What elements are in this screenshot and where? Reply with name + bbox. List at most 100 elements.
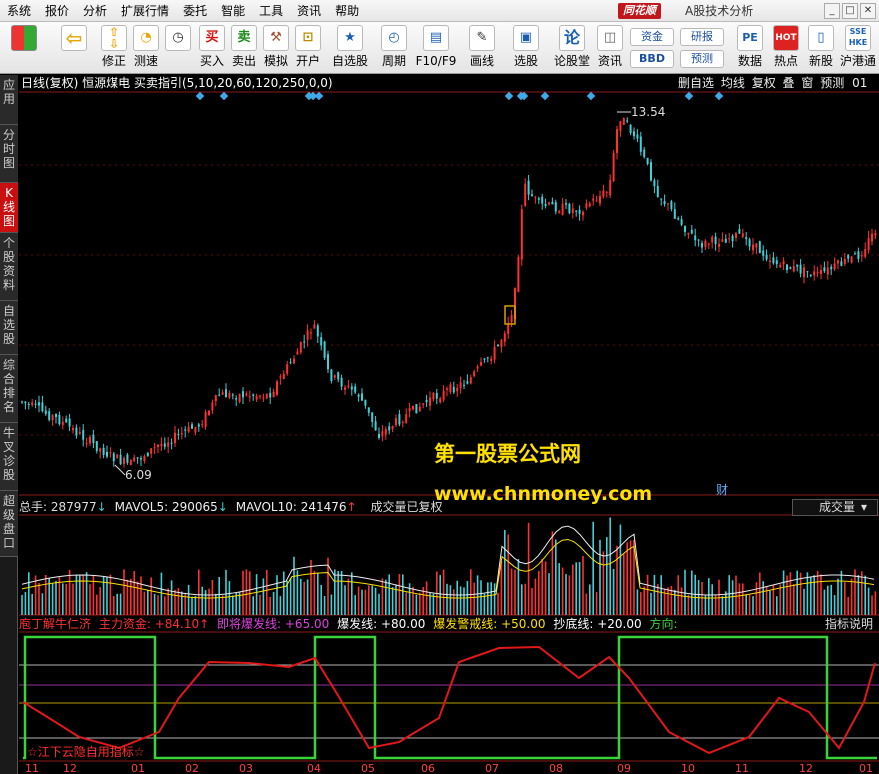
candle-body: [633, 131, 635, 137]
research-button[interactable]: 研报: [680, 28, 724, 46]
candle-body: [520, 209, 523, 260]
select-stock-button[interactable]: ▣ 选股: [510, 25, 542, 72]
kline-chart[interactable]: 11 12 01 02 03 04 05 06 07 08 09 10 11 12 01: [19, 75, 879, 774]
candle-body: [204, 411, 207, 427]
candle-body: [38, 402, 40, 406]
bbd-button[interactable]: BBD: [630, 50, 674, 68]
candle-body: [422, 403, 425, 405]
tab-forecast[interactable]: 预测: [820, 76, 844, 90]
indicator-help-button[interactable]: 指标说明: [825, 617, 873, 632]
forecast-button[interactable]: 预测: [680, 50, 724, 68]
candle-body: [99, 448, 102, 452]
menu-extended-market[interactable]: 扩展行情: [114, 0, 176, 22]
lock-icon: ⊡: [295, 25, 321, 51]
candle-body: [500, 340, 503, 348]
candle-body: [452, 386, 455, 393]
tab-application[interactable]: 应用: [0, 75, 18, 125]
candle-body: [174, 432, 176, 444]
candle-body: [102, 447, 105, 455]
candle-body: [748, 239, 751, 247]
candle-body: [765, 254, 768, 260]
windows-button[interactable]: [8, 25, 40, 72]
watchlist-label: 自选股: [331, 54, 368, 68]
ipo-icon: ▯: [808, 25, 834, 51]
candle-body: [752, 244, 754, 251]
candle-body: [24, 401, 27, 404]
tab-order-book[interactable]: 超级盘口: [0, 491, 18, 557]
volume-mavol5: MAVOL5: 290065: [114, 500, 218, 514]
candle-body: [568, 203, 571, 214]
draw-line-button[interactable]: ✎ 画线: [466, 25, 498, 72]
menu-system[interactable]: 系统: [0, 0, 38, 22]
candle-body: [660, 198, 663, 200]
f10-button[interactable]: ▤ F10/F9: [416, 25, 456, 72]
back-button[interactable]: ⇦: [58, 25, 90, 72]
data-button[interactable]: PE 数据: [734, 25, 766, 72]
hot-button[interactable]: HOT 热点: [770, 25, 802, 72]
candle-body: [432, 392, 435, 400]
menu-smart[interactable]: 智能: [214, 0, 252, 22]
fund-button[interactable]: 资金: [630, 28, 674, 46]
menu-analysis[interactable]: 分析: [76, 0, 114, 22]
maximize-icon[interactable]: □: [842, 3, 858, 19]
sse-hke-button[interactable]: SSE HKE 沪港通: [840, 25, 876, 72]
candle-body: [830, 266, 833, 270]
candle-body: [75, 427, 78, 436]
select-stock-icon: ▣: [513, 25, 539, 51]
candle-body: [653, 180, 656, 187]
tab-remove-watchlist[interactable]: 删自选: [678, 76, 714, 90]
volume-dropdown[interactable]: 成交量 ▾: [792, 499, 878, 516]
forum-icon: 论: [559, 25, 585, 51]
x-axis-tick-label: 08: [549, 762, 563, 774]
tab-stock-profile[interactable]: 个股资料: [0, 233, 18, 301]
candle-body: [860, 255, 863, 257]
tab-ma[interactable]: 均线: [721, 76, 745, 90]
candle-body: [480, 362, 482, 366]
candle-body: [541, 196, 544, 204]
candle-body: [245, 393, 248, 396]
info-label: 资讯: [597, 54, 622, 68]
candle-body: [272, 391, 275, 398]
candle-body: [367, 407, 370, 413]
candle-body: [711, 236, 714, 243]
candle-body: [718, 243, 720, 247]
candle-body: [333, 375, 336, 378]
candle-body: [503, 333, 506, 342]
info-button[interactable]: ◫ 资讯: [594, 25, 626, 72]
menu-quote[interactable]: 报价: [38, 0, 76, 22]
candle-body: [612, 153, 615, 182]
speed-test-button[interactable]: ◔ 测速: [130, 25, 162, 72]
tab-kline[interactable]: K线图: [0, 183, 18, 233]
candle-body: [180, 433, 183, 435]
open-account-button[interactable]: ⊡ 开户: [292, 25, 324, 72]
candle-body: [595, 200, 598, 202]
tab-window[interactable]: 窗: [801, 76, 813, 90]
candle-body: [289, 362, 292, 364]
close-icon[interactable]: ✕: [860, 3, 876, 19]
candle-body: [707, 243, 710, 245]
tab-page-number[interactable]: 01: [852, 76, 867, 90]
finance-marker[interactable]: 财: [716, 483, 728, 498]
ipo-button[interactable]: ▯ 新股: [805, 25, 837, 72]
candle-body: [602, 190, 605, 197]
candle-body: [439, 398, 442, 403]
candle-body: [225, 389, 227, 398]
menu-tools[interactable]: 工具: [252, 0, 290, 22]
menu-trade[interactable]: 委托: [176, 0, 214, 22]
signal-diamond-icon: [219, 91, 229, 101]
chart-area: 11 12 01 02 03 04 05 06 07 08 09 10 11 12 01 日线(复权) 恒源…: [19, 75, 879, 774]
tab-adjusted[interactable]: 复权: [752, 76, 776, 90]
tab-intraday[interactable]: 分时图: [0, 125, 18, 183]
tab-diagnosis[interactable]: 牛叉诊股: [0, 423, 18, 491]
menu-news[interactable]: 资讯: [290, 0, 328, 22]
forum-button[interactable]: 论 论股堂: [554, 25, 590, 72]
tab-ranking[interactable]: 综合排名: [0, 355, 18, 423]
minimize-icon[interactable]: _: [824, 3, 840, 19]
watchlist-button[interactable]: ★ 自选股: [332, 25, 368, 72]
tab-watchlist[interactable]: 自选股: [0, 301, 18, 355]
candle-body: [803, 267, 805, 278]
tab-overlay[interactable]: 叠: [783, 76, 795, 90]
open-account-label: 开户: [295, 54, 320, 68]
menu-help[interactable]: 帮助: [328, 0, 366, 22]
period-button[interactable]: ◴ 周期: [378, 25, 410, 72]
